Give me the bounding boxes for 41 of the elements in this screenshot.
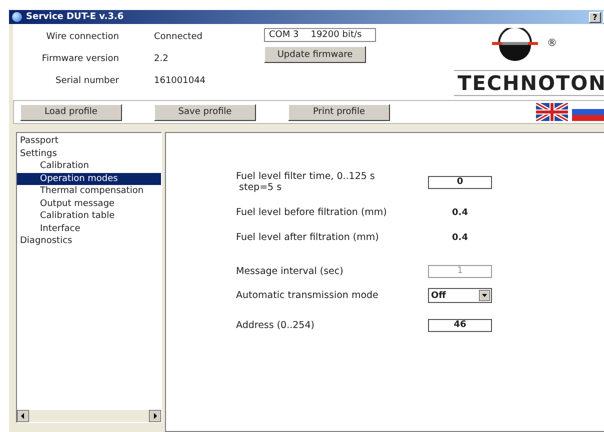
tree-item[interactable]: Passport	[17, 135, 161, 148]
registered-mark: ®	[547, 38, 557, 49]
uk-flag-icon[interactable]	[536, 103, 568, 121]
horizontal-scrollbar[interactable]	[17, 410, 161, 422]
field-label: Serial number	[54, 76, 119, 86]
field-label: Firmware version	[40, 54, 119, 64]
field-label: Wire connection	[45, 32, 119, 42]
scroll-left-icon[interactable]	[17, 410, 29, 422]
port-speed: 19200 bit/s	[310, 30, 362, 40]
tree-item[interactable]: Calibration	[17, 160, 161, 172]
dropdown-arrow-icon[interactable]	[479, 290, 490, 301]
tree-item[interactable]: Operation modes	[17, 172, 161, 185]
field-value: 2.2	[154, 54, 170, 64]
tree-item[interactable]: Interface	[17, 222, 161, 235]
tree-item[interactable]: Thermal compensation	[17, 185, 161, 198]
dropdown[interactable]: Off	[428, 288, 492, 303]
input-field[interactable]: 46	[428, 319, 492, 332]
tree-item[interactable]: Diagnostics	[17, 235, 161, 248]
tree-item[interactable]: Output message	[17, 198, 161, 210]
input-field[interactable]: 0	[428, 176, 492, 188]
tree-item[interactable]: Settings	[17, 148, 161, 160]
setting-label: Fuel level after filtration (mm)	[236, 232, 379, 243]
field-value: Connected	[154, 32, 204, 42]
update-firmware-button[interactable]: Update firmware	[264, 46, 366, 63]
setting-label: Fuel level before filtration (mm)	[236, 207, 387, 218]
app-icon	[12, 12, 22, 22]
tree-item[interactable]: Calibration table	[17, 210, 161, 222]
field-value: 161001044	[154, 76, 207, 86]
setting-label: Automatic transmission mode	[236, 290, 378, 301]
reading-value: 0.4	[451, 208, 469, 218]
setting-label: Address (0..254)	[236, 320, 314, 331]
setting-label: Fuel level filter time, 0..125 s step=5 s	[236, 171, 375, 193]
help-button[interactable]: ?	[589, 12, 601, 22]
window-title: Service DUT-E v.3.6	[26, 12, 124, 22]
profile-button[interactable]: Print profile	[288, 104, 390, 120]
profile-button[interactable]: Save profile	[154, 104, 256, 120]
scroll-right-icon[interactable]	[149, 410, 161, 422]
setting-label: Message interval (sec)	[236, 266, 344, 277]
profile-button[interactable]: Load profile	[20, 104, 122, 120]
port-name: COM 3	[269, 30, 299, 40]
reading-value: 0.4	[451, 232, 469, 242]
